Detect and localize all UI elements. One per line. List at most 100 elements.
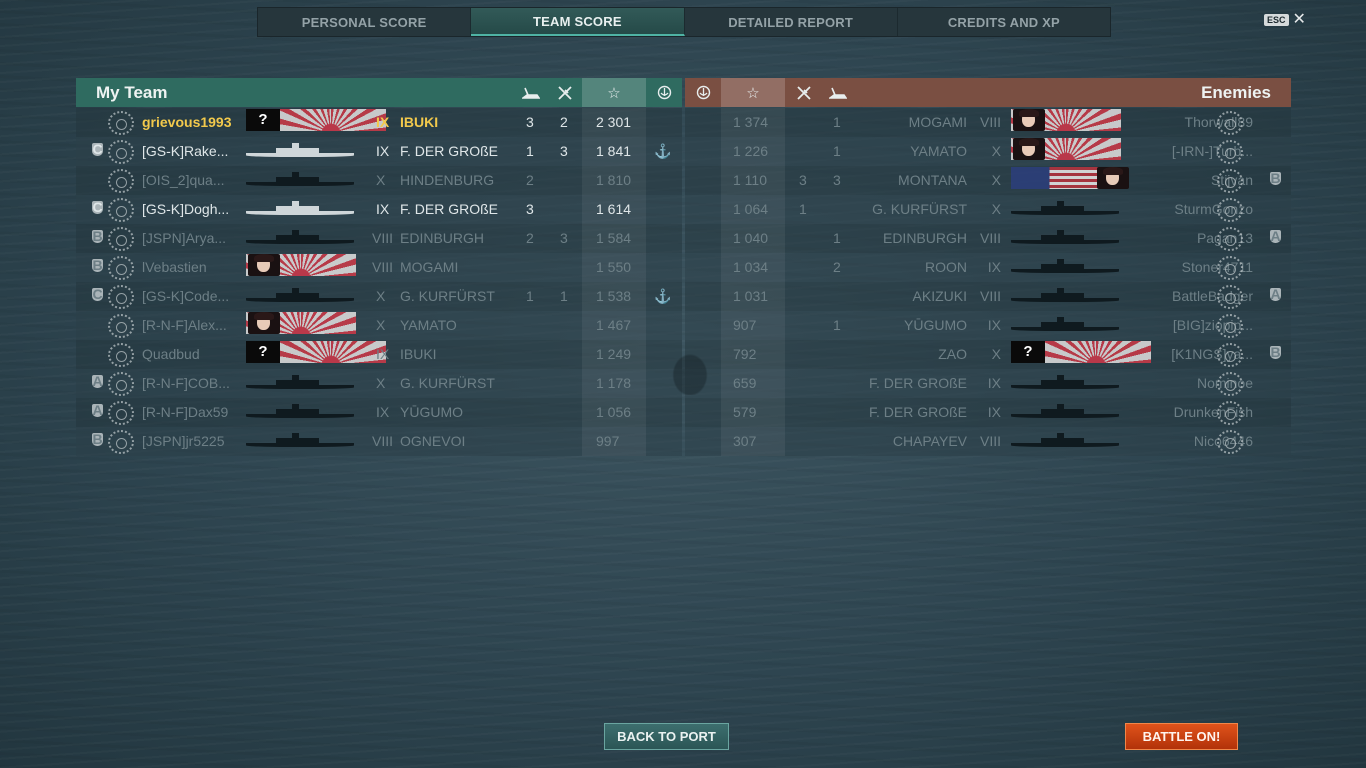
ships-destroyed: 1 (833, 317, 841, 333)
table-row[interactable]: 1 374 1 MOGAMI VIII Thorwall89 (685, 108, 1291, 137)
tab-detailed-report[interactable]: DETAILED REPORT (685, 8, 898, 36)
table-row[interactable]: Quadbud? IX IBUKI 1 249 (76, 340, 682, 369)
player-name: [R-N-F]COB... (142, 375, 230, 391)
ship-tier: X (376, 172, 386, 188)
ship-tier: IX (987, 375, 1001, 391)
ship-name: EDINBURGH (400, 230, 485, 246)
division-badge: B (1270, 344, 1281, 360)
base-capture-icon (649, 78, 679, 107)
table-row[interactable]: [R-N-F]Alex... X YAMATO 1 467 (76, 311, 682, 340)
planes-destroyed: 3 (560, 230, 568, 246)
table-row[interactable]: 792 ZAO X? [K1NGS]ya... B (685, 340, 1291, 369)
table-row[interactable]: grievous1993? IX IBUKI 3 2 2 301 (76, 108, 682, 137)
back-to-port-button[interactable]: BACK TO PORT (604, 723, 729, 750)
table-row[interactable]: 579 F. DER GROßE IX DrunkenFish (685, 398, 1291, 427)
table-row[interactable]: 1 226 1 YAMATO X [-IRN-]Turb... (685, 137, 1291, 166)
clan-emblem-icon (1217, 140, 1243, 164)
tab-credits-and-xp[interactable]: CREDITS AND XP (898, 8, 1110, 36)
division-badge: B (92, 431, 103, 447)
tab-personal-score[interactable]: PERSONAL SCORE (258, 8, 472, 36)
table-row[interactable]: B [JSPN]Arya... VIII EDINBURGH 2 3 1 584 (76, 224, 682, 253)
clan-emblem-icon (1217, 256, 1243, 280)
ship-name: MOGAMI (908, 114, 967, 130)
ship-silhouette (1011, 404, 1119, 418)
score-value: 1 374 (733, 114, 769, 130)
ship-tier: VIII (372, 259, 394, 275)
close-button[interactable]: ESC ✕ (1264, 12, 1306, 28)
table-row[interactable]: 1 034 2 ROON IX Stoner4711 (685, 253, 1291, 282)
score-value: 659 (733, 375, 757, 391)
ship-silhouette (246, 288, 354, 302)
ship-tier: IX (376, 143, 390, 159)
table-row[interactable]: 1 064 1 G. KURFÜRST X SturmGonzo (685, 195, 1291, 224)
player-name: [GS-K]Code... (142, 288, 230, 304)
table-row[interactable]: 1 040 1 EDINBURGH VIII Pagan13 A (685, 224, 1291, 253)
commander-portrait (248, 312, 280, 334)
ship-tier: VIII (979, 288, 1001, 304)
division-badge: C (92, 286, 103, 302)
table-row[interactable]: C [GS-K]Code... X G. KURFÜRST 1 1 1 538 ⚓ (76, 282, 682, 311)
plane-destroyed-icon (789, 78, 819, 107)
table-row[interactable]: C [GS-K]Rake... IX F. DER GROßE 1 3 1 841 ⚓ (76, 137, 682, 166)
tab-bar: PERSONAL SCORE TEAM SCORE DETAILED REPOR… (257, 7, 1111, 37)
table-row[interactable]: A [R-N-F]COB... X G. KURFÜRST 1 178 (76, 369, 682, 398)
table-row[interactable]: 907 1 YŪGUMO IX [BIG]ziopip... (685, 311, 1291, 340)
torpedo-ship-icon (516, 78, 546, 107)
ships-destroyed: 3 (526, 201, 534, 217)
ship-flag (276, 341, 386, 363)
division-badge: B (1270, 170, 1281, 186)
table-row[interactable]: BlVebastien VIII MOGAMI 1 550 (76, 253, 682, 282)
ship-tier: VIII (979, 433, 1001, 449)
table-row[interactable]: 307 CHAPAYEV VIII Nico6446 (685, 427, 1291, 456)
torpedo-ship-icon (823, 78, 853, 107)
ship-silhouette (1011, 201, 1119, 215)
anchor-icon: ⚓ (654, 288, 672, 304)
ship-name: IBUKI (400, 346, 437, 362)
ship-name: HINDENBURG (400, 172, 495, 188)
enemies-title: Enemies (1201, 83, 1271, 102)
score-value: 1 584 (596, 230, 632, 246)
table-row[interactable]: C [GS-K]Dogh... IX F. DER GROßE 3 1 614 (76, 195, 682, 224)
clan-emblem-icon (1217, 372, 1243, 396)
ships-destroyed: 3 (526, 114, 534, 130)
ships-destroyed: 1 (833, 230, 841, 246)
my-team-header: My Team ☆ (76, 78, 682, 107)
clan-emblem-icon (108, 198, 134, 222)
planes-destroyed: 2 (560, 114, 568, 130)
ships-destroyed: 2 (833, 259, 841, 275)
table-row[interactable]: A [R-N-F]Dax59 IX YŪGUMO 1 056 (76, 398, 682, 427)
table-row[interactable]: B [JSPN]jr5225 VIII OGNEVOI 997 (76, 427, 682, 456)
score-value: 907 (733, 317, 757, 333)
ship-name: F. DER GROßE (400, 201, 499, 217)
ship-silhouette (246, 433, 354, 447)
clan-emblem-icon (1217, 169, 1243, 193)
ship-tier: X (991, 143, 1001, 159)
star-icon: ☆ (582, 78, 646, 107)
division-badge: B (92, 257, 103, 273)
table-row[interactable]: 1 031 AKIZUKI VIII BattleBadger A (685, 282, 1291, 311)
table-row[interactable]: 659 F. DER GROßE IX Nominoe (685, 369, 1291, 398)
battle-on-button[interactable]: BATTLE ON! (1125, 723, 1238, 750)
score-value: 1 226 (733, 143, 769, 159)
ship-tier: X (991, 201, 1001, 217)
ship-silhouette (1011, 288, 1119, 302)
planes-destroyed: 1 (799, 201, 807, 217)
ship-name: G. KURFÜRST (872, 201, 967, 217)
score-value: 1 810 (596, 172, 632, 188)
score-value: 997 (596, 433, 620, 449)
score-value: 1 614 (596, 201, 632, 217)
division-badge: C (92, 199, 103, 215)
ship-silhouette (246, 230, 354, 244)
player-name: lVebastien (142, 259, 207, 275)
clan-emblem-icon (1217, 198, 1243, 222)
ship-name: YAMATO (400, 317, 457, 333)
tab-team-score[interactable]: TEAM SCORE (471, 8, 685, 36)
score-value: 1 550 (596, 259, 632, 275)
ship-name: F. DER GROßE (868, 375, 967, 391)
ship-tier: X (376, 375, 386, 391)
commander-portrait (1013, 109, 1045, 131)
unknown-commander-icon: ? (246, 341, 280, 363)
ships-destroyed: 2 (526, 230, 534, 246)
table-row[interactable]: [OIS_2]qua... X HINDENBURG 2 1 810 (76, 166, 682, 195)
table-row[interactable]: 1 110 3 3 MONTANA X Stijvan B (685, 166, 1291, 195)
